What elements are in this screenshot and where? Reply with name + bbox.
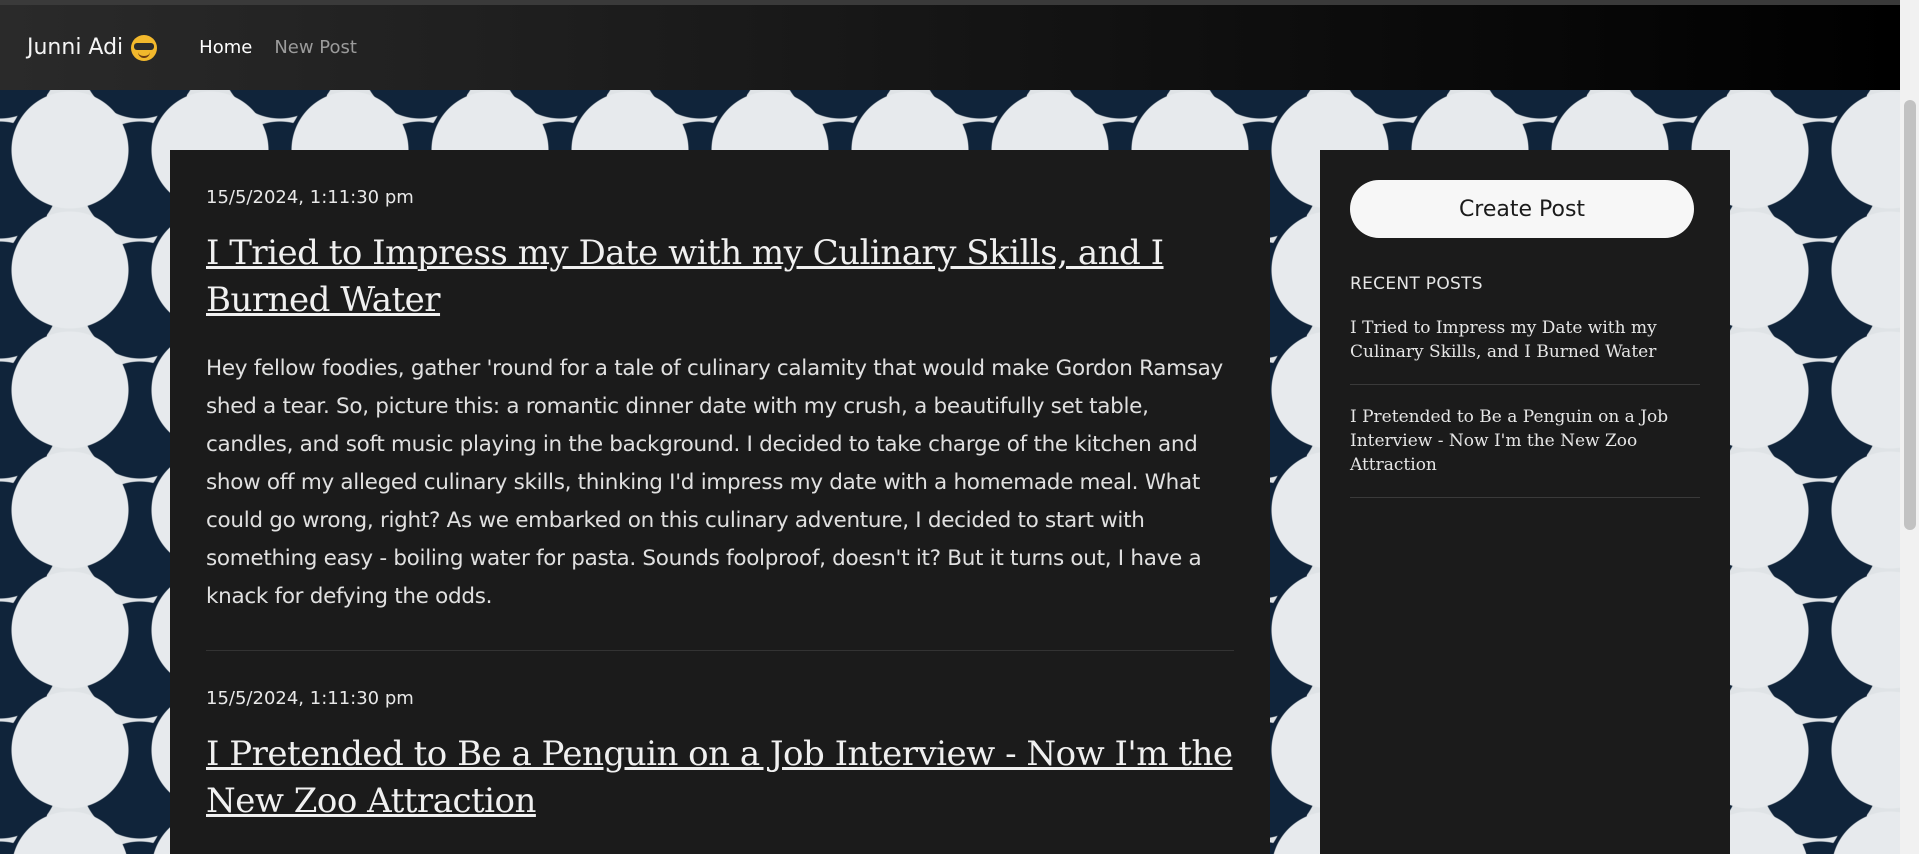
recent-post-link[interactable]: I Tried to Impress my Date with my Culin… xyxy=(1350,316,1700,385)
post: 15/5/2024, 1:11:30 pm I Pretended to Be … xyxy=(206,651,1234,854)
create-post-button[interactable]: Create Post xyxy=(1350,180,1694,238)
sidebar: Create Post RECENT POSTS I Tried to Impr… xyxy=(1320,150,1730,854)
page-scrollbar[interactable] xyxy=(1900,0,1919,854)
post-title-link[interactable]: I Pretended to Be a Penguin on a Job Int… xyxy=(206,731,1234,825)
posts-list: 15/5/2024, 1:11:30 pm I Tried to Impress… xyxy=(170,150,1270,854)
nav-link-new-post[interactable]: New Post xyxy=(274,37,357,58)
post-body: Hey fellow foodies, gather 'round for a … xyxy=(206,356,1223,609)
post-title-link[interactable]: I Tried to Impress my Date with my Culin… xyxy=(206,230,1234,324)
scrollbar-thumb[interactable] xyxy=(1904,100,1916,530)
brand[interactable]: Junni Adi xyxy=(27,34,158,61)
post: 15/5/2024, 1:11:30 pm I Tried to Impress… xyxy=(206,150,1234,651)
post-date: 15/5/2024, 1:11:30 pm xyxy=(206,688,414,709)
sunglasses-emoji-icon xyxy=(131,34,158,61)
nav-links: Home New Post xyxy=(199,37,357,58)
navbar: Junni Adi Home New Post xyxy=(0,0,1900,90)
brand-name[interactable]: Junni Adi xyxy=(27,35,123,60)
post-date: 15/5/2024, 1:11:30 pm xyxy=(206,187,414,208)
nav-link-home[interactable]: Home xyxy=(199,37,252,58)
recent-post-link[interactable]: I Pretended to Be a Penguin on a Job Int… xyxy=(1350,405,1700,498)
recent-posts-heading: RECENT POSTS xyxy=(1350,274,1483,294)
